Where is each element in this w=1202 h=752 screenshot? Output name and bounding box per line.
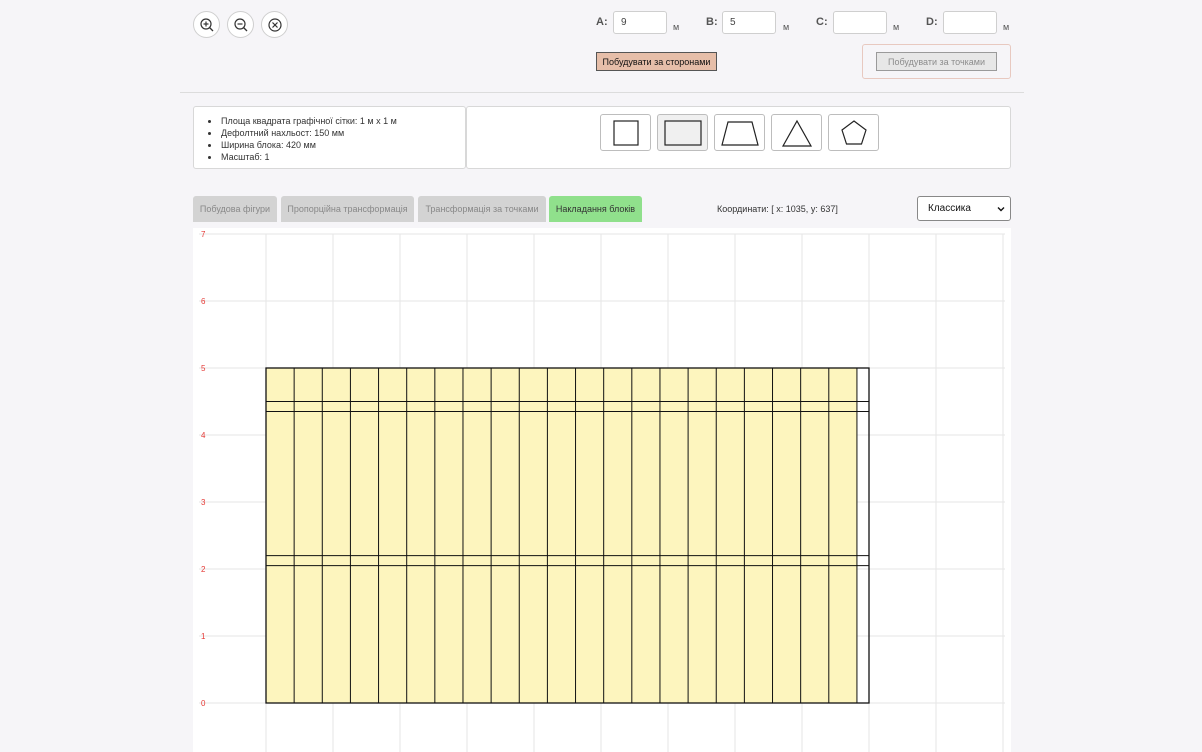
pentagon-shape-icon <box>840 119 867 145</box>
shape-picker <box>466 106 1011 169</box>
y-axis-label: 4 <box>201 431 206 440</box>
side-b-unit: м <box>783 22 790 32</box>
coords-y: y: 637 <box>810 204 836 214</box>
y-axis-label: 1 <box>201 632 206 641</box>
layout-mode-value: Классика <box>928 203 971 214</box>
grid-svg: 7 6 5 4 3 2 1 0 <box>199 230 1005 752</box>
square-shape-icon <box>612 119 639 146</box>
header-divider <box>180 92 1024 93</box>
shape-trapezoid-button[interactable] <box>714 114 765 151</box>
side-d-unit: м <box>1003 22 1010 32</box>
info-scale: Масштаб: 1 <box>206 151 465 163</box>
trapezoid-shape-icon <box>720 120 759 146</box>
tab-points-transform[interactable]: Трансформація за точками <box>418 196 546 222</box>
side-a-label: A: <box>596 16 608 28</box>
y-axis-label: 6 <box>201 297 206 306</box>
shape-pentagon-button[interactable] <box>828 114 879 151</box>
drawing-canvas[interactable]: 7 6 5 4 3 2 1 0 <box>193 228 1011 752</box>
side-b-input[interactable] <box>722 11 776 34</box>
coords-prefix: Координати: [ <box>717 204 777 214</box>
y-axis-label: 5 <box>201 364 206 373</box>
coordinates-readout: Координати: [ x: 1035, y: 637] <box>717 204 838 214</box>
shape-square-button[interactable] <box>600 114 651 151</box>
rectangle-shape-icon <box>663 119 702 146</box>
build-by-sides-button[interactable]: Побудувати за сторонами <box>596 52 717 71</box>
side-a-input[interactable] <box>613 11 667 34</box>
tab-build-figure[interactable]: Побудова фігури <box>193 196 277 222</box>
y-axis-label: 0 <box>201 699 206 708</box>
y-axis-label: 7 <box>201 230 206 239</box>
side-c-label: C: <box>816 16 828 28</box>
tab-block-overlay[interactable]: Накладання блоків <box>549 196 642 222</box>
coords-suffix: ] <box>835 204 838 214</box>
side-c-unit: м <box>893 22 900 32</box>
shape-rectangle-button[interactable] <box>657 114 708 151</box>
info-grid-area: Площа квадрата графічної сітки: 1 м x 1 … <box>206 115 465 127</box>
side-a-unit: м <box>673 22 680 32</box>
side-c-input[interactable] <box>833 11 887 34</box>
coords-x: x: 1035 <box>776 204 806 214</box>
info-block-width: Ширина блока: 420 мм <box>206 139 465 151</box>
side-d-label: D: <box>926 16 938 28</box>
shape-triangle-button[interactable] <box>771 114 822 151</box>
info-default-overlap: Дефолтний нахльост: 150 мм <box>206 127 465 139</box>
clear-button[interactable] <box>261 11 288 38</box>
y-axis-label: 3 <box>201 498 206 507</box>
close-circle-icon <box>267 17 282 32</box>
side-b-label: B: <box>706 16 718 28</box>
info-panel: Площа квадрата графічної сітки: 1 м x 1 … <box>193 106 466 169</box>
zoom-in-icon <box>199 17 213 31</box>
triangle-shape-icon <box>781 119 812 147</box>
build-by-points-container: Побудувати за точками <box>862 44 1011 79</box>
zoom-in-button[interactable] <box>193 11 220 38</box>
side-d-input[interactable] <box>943 11 997 34</box>
y-axis-label: 2 <box>201 565 206 574</box>
zoom-out-icon <box>233 17 247 31</box>
chevron-down-icon <box>997 207 1005 212</box>
tab-proportional-transform[interactable]: Пропорційна трансформація <box>281 196 414 222</box>
layout-mode-select[interactable]: Классика <box>917 196 1011 221</box>
zoom-out-button[interactable] <box>227 11 254 38</box>
block-fill <box>266 368 857 703</box>
build-by-points-button[interactable]: Побудувати за точками <box>876 52 997 71</box>
